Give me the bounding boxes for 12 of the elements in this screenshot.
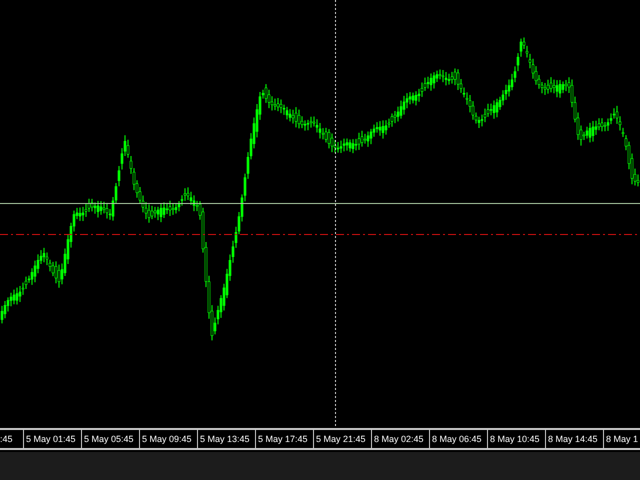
time-label: 8 May 1: [603, 430, 640, 448]
time-label: 5 May 17:45: [255, 430, 313, 448]
time-label: 8 May 10:45: [487, 430, 545, 448]
time-label: :45: [0, 433, 14, 446]
time-label: 8 May 14:45: [545, 430, 603, 448]
time-label: 5 May 13:45: [197, 430, 255, 448]
time-label: 8 May 06:45: [429, 430, 487, 448]
time-label: 5 May 05:45: [81, 430, 139, 448]
time-label: 5 May 01:45: [23, 430, 81, 448]
time-label: 5 May 09:45: [139, 430, 197, 448]
time-label: 5 May 21:45: [313, 430, 371, 448]
time-label: 8 May 02:45: [371, 430, 429, 448]
